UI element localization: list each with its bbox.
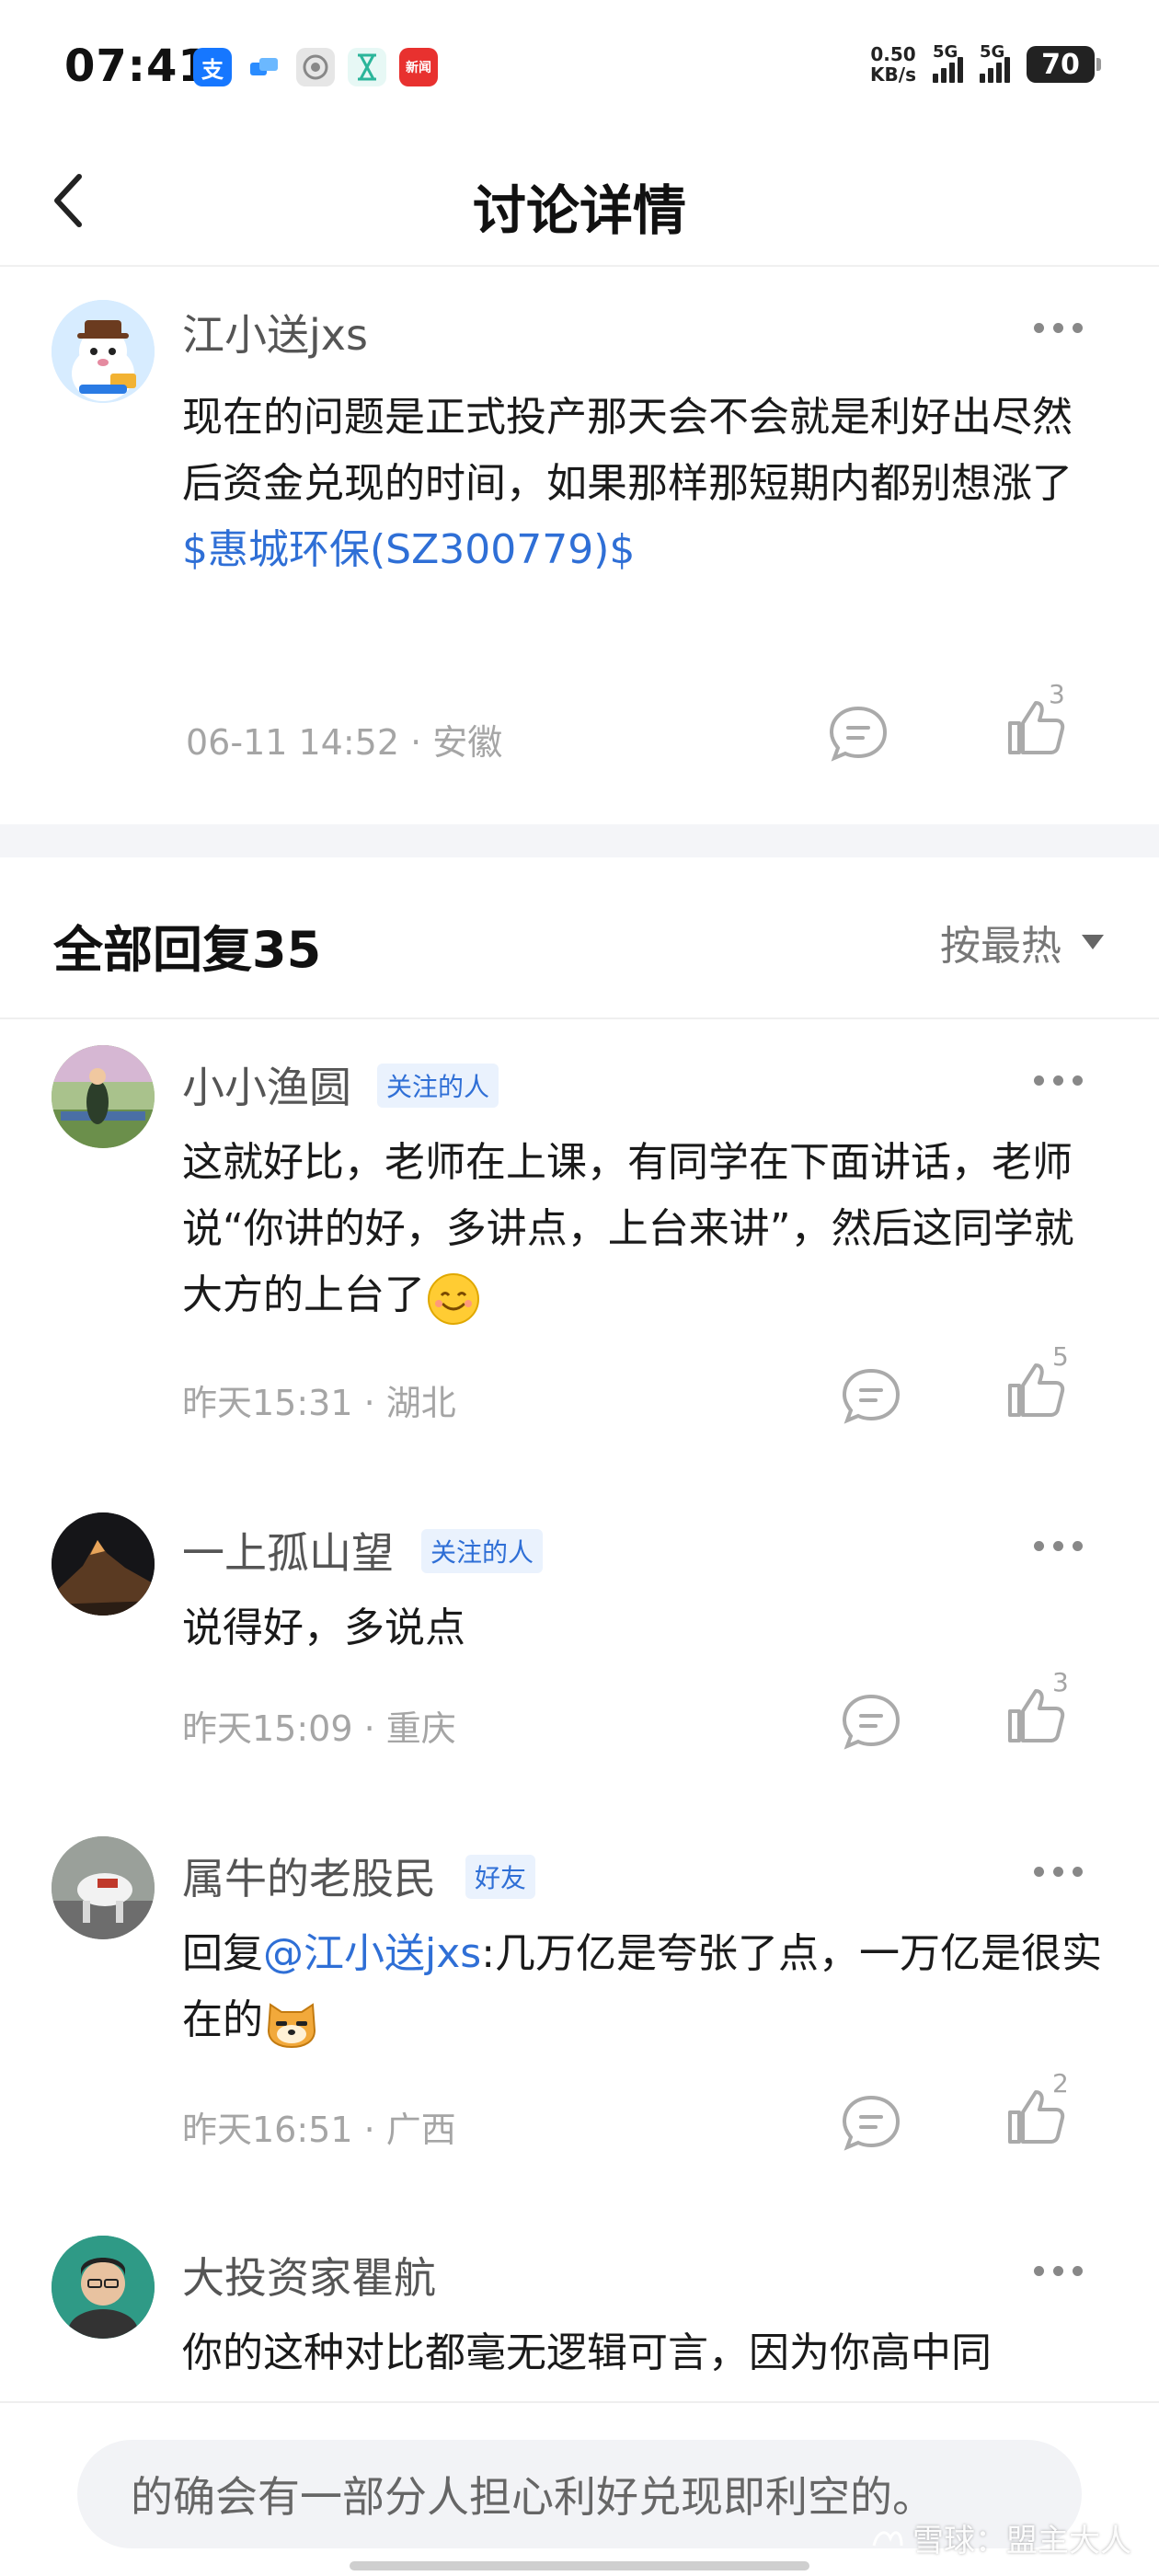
more-options-icon[interactable] [1034, 2261, 1089, 2280]
hourglass-icon [348, 48, 386, 86]
post-meta: 06-11 14:52 · 安徽 [186, 722, 503, 763]
stock-link[interactable]: $惠城环保(SZ300779)$ [182, 526, 635, 573]
avatar[interactable] [52, 1512, 155, 1616]
dog-emoji-icon [263, 1994, 320, 2051]
section-divider [0, 824, 1159, 857]
status-app-icons: 支 新闻 [193, 48, 438, 86]
signal-icon: 5G [933, 42, 963, 83]
status-indicators: 0.50 KB/s 5G 5G 70 [870, 42, 1101, 86]
smile-emoji-icon [425, 1269, 482, 1326]
replies-header: 全部回复35 按最热 [0, 857, 1159, 1019]
like-count: 5 [1052, 1341, 1069, 1372]
avatar[interactable] [52, 1045, 155, 1148]
home-indicator[interactable] [350, 2561, 809, 2570]
comment-icon[interactable] [839, 1689, 903, 1754]
more-options-icon[interactable] [1034, 1536, 1089, 1555]
author-name[interactable]: 江小送jxs [182, 302, 368, 362]
following-badge: 关注的人 [421, 1529, 544, 1573]
author-name[interactable]: 一上孤山望 [182, 1520, 394, 1581]
author-name[interactable]: 大投资家瞿航 [182, 2245, 436, 2306]
mention-link[interactable]: @江小送jxs [263, 1930, 481, 1977]
comment-icon[interactable] [826, 701, 890, 765]
following-badge: 关注的人 [377, 1064, 499, 1108]
more-options-icon[interactable] [1034, 1071, 1089, 1089]
reply-body: 说得好，多说点 [182, 1604, 465, 1651]
reply-meta: 昨天15:31 · 湖北 [182, 1383, 456, 1423]
snowball-logo-icon [872, 2530, 903, 2546]
nav-bar: 讨论详情 [0, 138, 1159, 267]
page-title: 讨论详情 [472, 179, 686, 242]
reply-meta: 昨天15:09 · 重庆 [182, 1708, 456, 1749]
comment-icon[interactable] [839, 1363, 903, 1428]
camera-icon [296, 48, 335, 86]
cloud-icon [245, 48, 283, 86]
alipay-icon: 支 [193, 48, 232, 86]
reply-body: 回复@江小送jxs:几万亿是夸张了点，一万亿是很实在的 [182, 1921, 1111, 2053]
like-count: 3 [1049, 679, 1065, 709]
network-speed: 0.50 KB/s [870, 43, 916, 86]
sort-dropdown[interactable]: 按最热 [940, 913, 1104, 972]
post-body: 现在的问题是正式投产那天会不会就是利好出尽然后资金兑现的时间，如果那样那短期内都… [182, 394, 1073, 573]
status-bar: 07:41 支 新闻 0.50 KB/s 5G 5G 70 [0, 0, 1159, 129]
more-options-icon[interactable] [1034, 1862, 1089, 1880]
avatar[interactable] [52, 300, 155, 403]
avatar[interactable] [52, 2236, 155, 2339]
replies-title: 全部回复35 [53, 921, 322, 979]
watermark: 雪球：盟主大人 [870, 2515, 1131, 2560]
author-name[interactable]: 属牛的老股民 [182, 1846, 436, 1906]
bottom-bar: 的确会有一部分人担心利好兑现即利空的。 雪球：盟主大人 [0, 2401, 1159, 2576]
avatar[interactable] [52, 1836, 155, 1939]
like-count: 3 [1052, 1667, 1069, 1697]
reply-meta: 昨天16:51 · 广西 [182, 2110, 456, 2150]
dropdown-triangle-icon [1082, 935, 1104, 949]
battery-icon: 70 [1027, 46, 1101, 83]
signal-icon: 5G [980, 42, 1010, 83]
sort-label: 按最热 [940, 923, 1061, 970]
more-options-icon[interactable] [1034, 318, 1089, 337]
reply-body: 这就好比，老师在上课，有同学在下面讲话，老师说“你讲的好，多讲点，上台来讲”，然… [182, 1130, 1111, 1328]
news-icon: 新闻 [399, 48, 438, 86]
status-time: 07:41 [64, 40, 210, 92]
author-name[interactable]: 小小渔圆 [182, 1054, 351, 1115]
reply-body: 你的这种对比都毫无逻辑可言，因为你高中同 [182, 2329, 992, 2376]
comment-icon[interactable] [839, 2090, 903, 2155]
friend-badge: 好友 [465, 1855, 536, 1899]
like-count: 2 [1052, 2068, 1069, 2099]
